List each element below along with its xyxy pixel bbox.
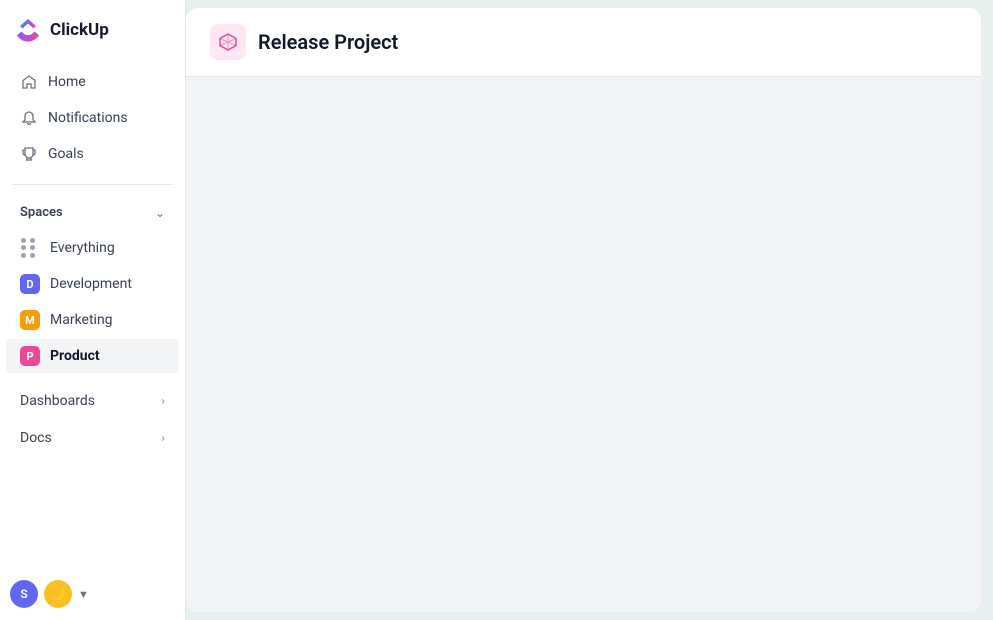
main-header: Release Project xyxy=(186,8,981,77)
bell-icon xyxy=(20,109,38,127)
chevron-right-dashboards-icon: › xyxy=(161,394,165,409)
sidebar-item-product[interactable]: P Product xyxy=(6,339,179,373)
sidebar-item-notifications-label: Notifications xyxy=(48,110,128,126)
project-title: Release Project xyxy=(258,30,398,54)
bottom-section: Dashboards › Docs › xyxy=(0,382,185,457)
logo-area[interactable]: ClickUp xyxy=(0,0,185,60)
clickup-logo-icon xyxy=(14,16,42,44)
docs-left: Docs xyxy=(20,430,52,446)
dashboards-label: Dashboards xyxy=(20,393,95,409)
sidebar-item-docs[interactable]: Docs › xyxy=(6,420,179,456)
project-icon xyxy=(210,24,246,60)
marketing-avatar: M xyxy=(20,310,40,330)
spaces-label: Spaces xyxy=(20,205,63,220)
sidebar-item-goals[interactable]: Goals xyxy=(6,137,179,171)
sidebar-item-marketing[interactable]: M Marketing xyxy=(6,303,179,337)
sidebar: ClickUp Home Notifications xyxy=(0,0,186,620)
development-avatar: D xyxy=(20,274,40,294)
everything-label: Everything xyxy=(50,240,115,256)
user-status-emoji: 🌙 xyxy=(44,580,72,608)
chevron-down-icon: ⌄ xyxy=(155,206,165,220)
main-body xyxy=(186,77,981,612)
user-area[interactable]: S 🌙 ▼ xyxy=(10,580,89,608)
sidebar-item-goals-label: Goals xyxy=(48,146,84,162)
development-label: Development xyxy=(50,276,132,292)
sidebar-item-home[interactable]: Home xyxy=(6,65,179,99)
sidebar-item-dashboards[interactable]: Dashboards › xyxy=(6,383,179,419)
grid-icon xyxy=(20,238,40,258)
main-content: Release Project xyxy=(186,8,981,612)
trophy-icon xyxy=(20,145,38,163)
sidebar-item-notifications[interactable]: Notifications xyxy=(6,101,179,135)
product-label: Product xyxy=(50,348,100,364)
nav-divider xyxy=(12,184,173,185)
user-chevron-icon: ▼ xyxy=(78,588,89,601)
app-name: ClickUp xyxy=(50,20,109,40)
product-avatar: P xyxy=(20,346,40,366)
sidebar-item-home-label: Home xyxy=(48,74,86,90)
sidebar-item-everything[interactable]: Everything xyxy=(6,231,179,265)
home-icon xyxy=(20,73,38,91)
docs-label: Docs xyxy=(20,430,52,446)
nav-section: Home Notifications Goals xyxy=(0,60,185,176)
user-avatar: S xyxy=(10,580,38,608)
spaces-section-header[interactable]: Spaces ⌄ xyxy=(6,197,179,228)
marketing-label: Marketing xyxy=(50,312,113,328)
sidebar-item-development[interactable]: D Development xyxy=(6,267,179,301)
dashboards-left: Dashboards xyxy=(20,393,95,409)
chevron-right-docs-icon: › xyxy=(161,431,165,446)
